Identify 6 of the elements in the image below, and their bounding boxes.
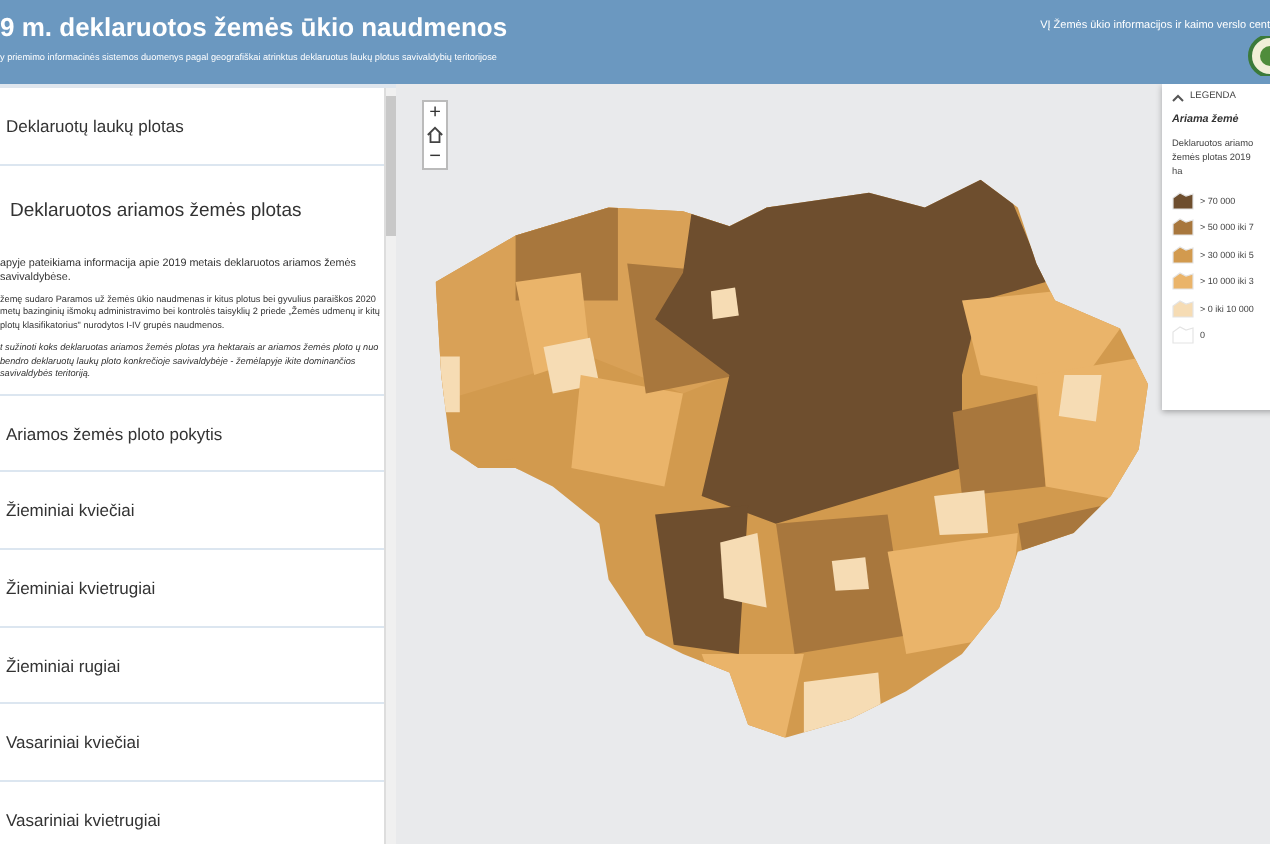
home-icon bbox=[426, 126, 444, 144]
collapse-caret-icon[interactable] bbox=[1172, 93, 1184, 101]
logo-icon bbox=[1246, 36, 1270, 76]
home-button[interactable] bbox=[424, 124, 446, 146]
page-title: 9 m. deklaruotos žemės ūkio naudmenos bbox=[0, 12, 508, 42]
scrollbar[interactable] bbox=[384, 88, 396, 844]
